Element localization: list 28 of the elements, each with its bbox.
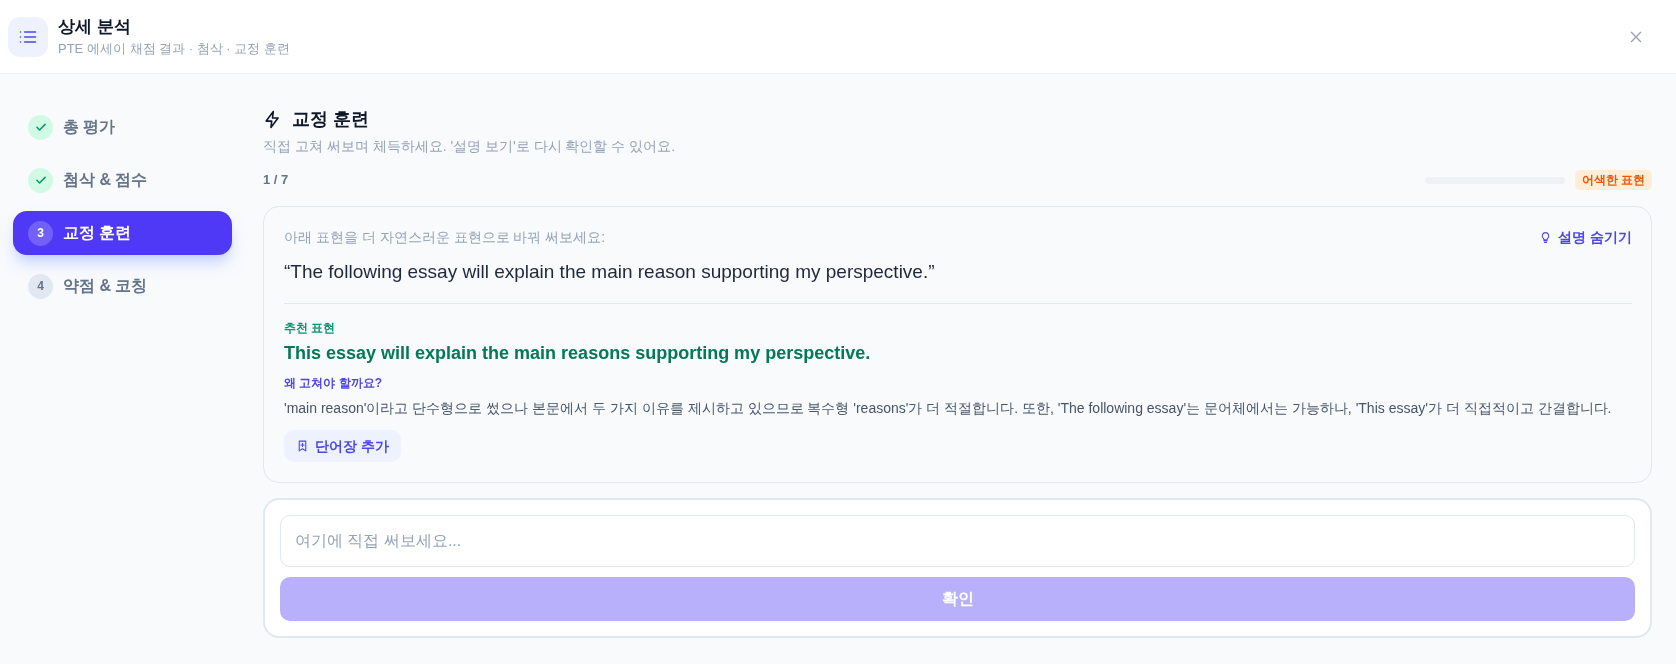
step-number: 3 bbox=[28, 220, 53, 246]
step-tab[interactable]: 4 약점 & 코칭 bbox=[13, 264, 232, 308]
step-tab[interactable]: 총 평가 bbox=[13, 105, 232, 149]
step-tab[interactable]: 첨삭 & 점수 bbox=[13, 158, 232, 202]
why-label: 왜 고쳐야 할까요? bbox=[284, 375, 383, 391]
step-tab[interactable]: 3 교정 훈련 bbox=[13, 211, 232, 255]
step-number: 4 bbox=[28, 273, 53, 299]
suggested-sentence: This essay will explain the main reasons supporting my perspective. bbox=[284, 342, 872, 365]
answer-input-field[interactable]: 여기에 직접 써보세요... bbox=[280, 515, 1635, 567]
section-title: 교정 훈련 bbox=[292, 108, 369, 131]
page-title: 상세 분석 bbox=[58, 15, 132, 38]
suggestion-label: 추천 표현 bbox=[284, 320, 337, 336]
lightning-icon bbox=[263, 109, 282, 129]
section-description: 직접 고쳐 써보며 체득하세요. '설명 보기'로 다시 확인할 수 있어요. bbox=[263, 137, 677, 156]
hide-explanation-button[interactable]: 설명 숨기기 bbox=[1539, 227, 1632, 247]
step-label: 약점 & 코칭 bbox=[63, 276, 148, 296]
step-label: 교정 훈련 bbox=[63, 223, 132, 243]
progress-counter: 1 / 7 bbox=[263, 171, 289, 189]
category-tag: 어색한 표현 bbox=[1574, 170, 1652, 190]
original-sentence: “The following essay will explain the main reason supporting my perspective.” bbox=[284, 260, 936, 284]
explanation-text: 'main reason'이라고 단수형으로 썼으나 본문에서 두 가지 이유를 제시하고 있으므로 복수형 'reasons'가 더 적절합니다. 또한, 'The following essay'는 문어체에서는 가능하나, 'This essay'가 더 직접적이고 간결합니다. bbox=[284, 399, 1613, 418]
step-label: 총 평가 bbox=[63, 117, 116, 137]
list-icon bbox=[8, 16, 48, 57]
instruction-text: 아래 표현을 더 자연스러운 표현으로 바꿔 써보세요: bbox=[284, 228, 606, 247]
add-to-vocabulary-button[interactable]: 단어장 추가 bbox=[284, 430, 401, 462]
page-subtitle: PTE 에세이 채점 결과 · 첨삭 · 교정 훈련 bbox=[58, 39, 290, 58]
step-label: 첨삭 & 점수 bbox=[63, 170, 148, 190]
bookmark-plus-icon bbox=[296, 439, 309, 453]
